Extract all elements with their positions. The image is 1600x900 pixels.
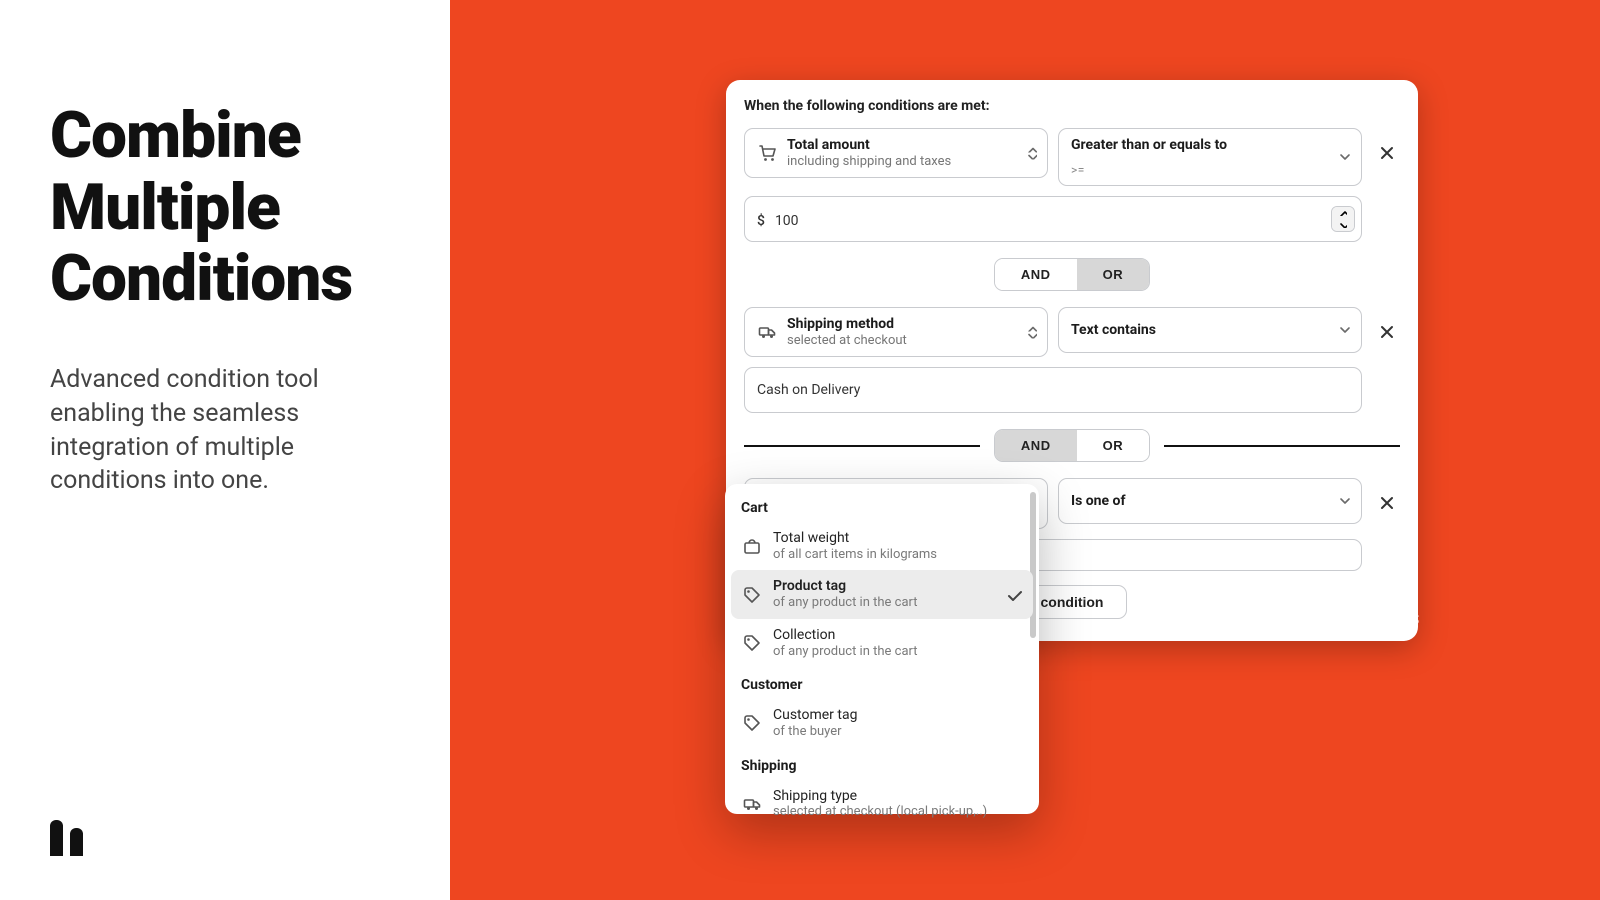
- chevron-down-icon: [1339, 153, 1351, 161]
- dropdown-item-sub: of any product in the cart: [773, 644, 918, 660]
- step-up-button[interactable]: [1332, 207, 1354, 219]
- title-line: Multiple: [50, 170, 280, 245]
- dropdown-section-label: Shipping: [731, 748, 1033, 780]
- condition-dropdown: Cart Total weight of all cart items in k…: [725, 484, 1039, 814]
- dropdown-item-total-weight[interactable]: Total weight of all cart items in kilogr…: [731, 522, 1033, 570]
- sort-caret-icon: [1027, 147, 1037, 160]
- divider: [744, 445, 980, 447]
- operator-select[interactable]: Text contains: [1058, 307, 1362, 353]
- card-header: When the following conditions are met:: [744, 98, 1400, 114]
- tag-icon: [741, 632, 763, 654]
- remove-condition-button[interactable]: [1372, 488, 1400, 516]
- dropdown-item-title: Customer tag: [773, 707, 857, 724]
- operator-sub: >=: [1071, 163, 1085, 177]
- dropdown-item-product-tag[interactable]: Product tag of any product in the cart: [731, 570, 1033, 618]
- page-title: Combine Multiple Conditions: [50, 100, 400, 315]
- cart-icon: [757, 143, 777, 163]
- condition-sub: selected at checkout: [787, 333, 907, 349]
- dropdown-section-label: Customer: [731, 667, 1033, 699]
- dropdown-item-sub: of the buyer: [773, 724, 857, 740]
- join-toggle: AND OR: [994, 258, 1150, 291]
- condition-select[interactable]: Total amount including shipping and taxe…: [744, 128, 1048, 178]
- amount-value: 100: [775, 213, 799, 229]
- join-or-button[interactable]: OR: [1077, 259, 1150, 290]
- dropdown-item-sub: selected at checkout (local pick-up,..): [773, 804, 987, 820]
- dropdown-item-sub: of all cart items in kilograms: [773, 547, 937, 563]
- dropdown-item-title: Total weight: [773, 530, 937, 547]
- currency-prefix: $: [757, 213, 765, 229]
- join-and-button[interactable]: AND: [995, 259, 1077, 290]
- remove-condition-button[interactable]: [1372, 138, 1400, 166]
- tag-icon: [741, 712, 763, 734]
- remove-condition-button[interactable]: [1372, 317, 1400, 345]
- truck-icon: [757, 322, 777, 342]
- left-info-pane: Combine Multiple Conditions Advanced con…: [0, 0, 450, 900]
- operator-select[interactable]: Greater than or equals to >=: [1058, 128, 1362, 186]
- join-toggle: AND OR: [994, 429, 1150, 462]
- dropdown-item-customer-tag[interactable]: Customer tag of the buyer: [731, 699, 1033, 747]
- text-value: Cash on Delivery: [757, 382, 860, 398]
- join-or-button[interactable]: OR: [1077, 430, 1150, 461]
- chevron-down-icon: [1339, 326, 1351, 334]
- amount-stepper: [1331, 206, 1355, 232]
- operator-title: Text contains: [1071, 322, 1156, 338]
- divider: [1164, 445, 1400, 447]
- dropdown-item-sub: of any product in the cart: [773, 595, 918, 611]
- operator-title: Is one of: [1071, 493, 1125, 509]
- dropdown-item-title: Shipping type: [773, 788, 987, 805]
- title-line: Conditions: [50, 241, 352, 316]
- chevron-down-icon: [1339, 497, 1351, 505]
- condition-title: Shipping method: [787, 316, 907, 333]
- dropdown-item-collection[interactable]: Collection of any product in the cart: [731, 619, 1033, 667]
- truck-icon: [741, 793, 763, 815]
- dropdown-item-title: Product tag: [773, 578, 918, 595]
- operator-select[interactable]: Is one of: [1058, 478, 1362, 524]
- condition-select[interactable]: Shipping method selected at checkout: [744, 307, 1048, 357]
- brand-logo: [50, 820, 86, 856]
- condition-sub: including shipping and taxes: [787, 154, 951, 170]
- weight-icon: [741, 535, 763, 557]
- right-pane: When the following conditions are met: T…: [450, 0, 1600, 900]
- step-down-button[interactable]: [1332, 219, 1354, 231]
- sort-caret-icon: [1027, 326, 1037, 339]
- condition-title: Total amount: [787, 137, 951, 154]
- dropdown-item-shipping-type[interactable]: Shipping type selected at checkout (loca…: [731, 780, 1033, 828]
- text-value-input[interactable]: Cash on Delivery: [744, 367, 1362, 413]
- operator-title: Greater than or equals to: [1071, 137, 1227, 153]
- join-and-button[interactable]: AND: [995, 430, 1077, 461]
- amount-input[interactable]: $ 100: [744, 196, 1362, 242]
- check-icon: [1005, 586, 1023, 604]
- more-conditions-label: ...and 20+ more conditions: [1156, 606, 1419, 631]
- dropdown-item-title: Collection: [773, 627, 918, 644]
- title-line: Combine: [50, 98, 301, 173]
- dropdown-section-label: Cart: [731, 490, 1033, 522]
- page-subtitle: Advanced condition tool enabling the sea…: [50, 363, 400, 498]
- tag-icon: [741, 584, 763, 606]
